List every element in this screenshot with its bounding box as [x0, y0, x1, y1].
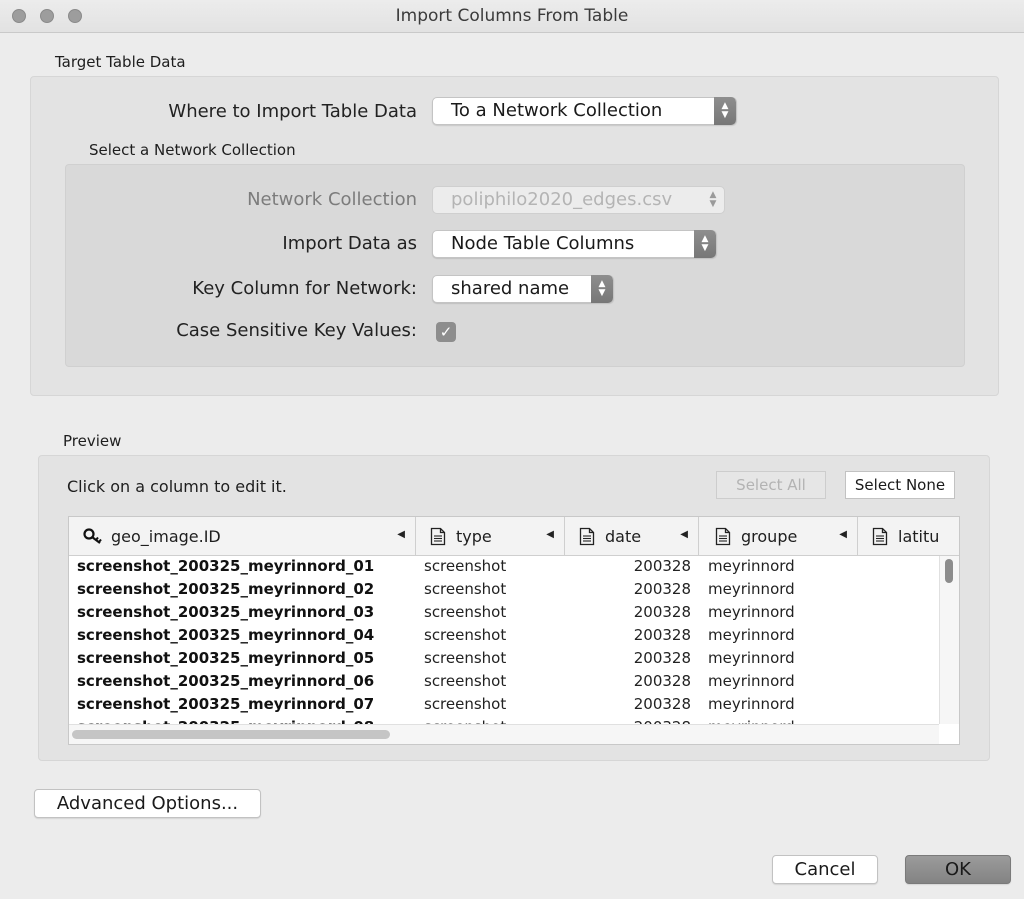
cell-groupe: meyrinnord: [708, 603, 795, 621]
up-down-chevron-icon: ▲ ▼: [694, 230, 716, 258]
left-triangle-icon: ◀: [397, 529, 405, 540]
cell-id: screenshot_200325_meyrinnord_03: [77, 603, 375, 621]
document-icon: [872, 527, 888, 546]
where-select-value: To a Network Collection: [451, 100, 663, 121]
table-row[interactable]: screenshot_200325_meyrinnord_02 screensh…: [69, 579, 939, 602]
vertical-scroll-thumb[interactable]: [945, 559, 953, 583]
horizontal-scrollbar[interactable]: [69, 724, 939, 744]
cell-id: screenshot_200325_meyrinnord_05: [77, 649, 375, 667]
key-column-select-value: shared name: [451, 278, 570, 299]
cell-groupe: meyrinnord: [708, 695, 795, 713]
where-select[interactable]: To a Network Collection ▲ ▼: [432, 97, 737, 125]
collection-label: Network Collection: [247, 189, 417, 210]
column-header-geo-image-id[interactable]: geo_image.ID ◀: [69, 517, 416, 555]
document-icon: [579, 527, 595, 546]
case-sensitive-label: Case Sensitive Key Values:: [176, 320, 417, 341]
cell-groupe: meyrinnord: [708, 626, 795, 644]
ok-button[interactable]: OK: [905, 855, 1011, 884]
table-row[interactable]: screenshot_200325_meyrinnord_07 screensh…: [69, 694, 939, 717]
column-header-type[interactable]: type ◀: [416, 517, 565, 555]
import-as-select[interactable]: Node Table Columns ▲ ▼: [432, 230, 717, 258]
document-icon: [430, 527, 446, 546]
table-row[interactable]: screenshot_200325_meyrinnord_04 screensh…: [69, 625, 939, 648]
checkmark-icon: ✓: [439, 323, 453, 341]
horizontal-scroll-thumb[interactable]: [72, 730, 390, 739]
table-row[interactable]: screenshot_200325_meyrinnord_05 screensh…: [69, 648, 939, 671]
key-column-select[interactable]: shared name ▲ ▼: [432, 275, 614, 303]
column-label: type: [456, 527, 492, 546]
cell-id: screenshot_200325_meyrinnord_04: [77, 626, 375, 644]
cell-type: screenshot: [424, 672, 507, 690]
cell-date: 200328: [633, 626, 691, 644]
preview-table: geo_image.ID ◀ type ◀ date ◀ groupe ◀ la…: [68, 516, 960, 745]
title-bar: Import Columns From Table: [0, 0, 1024, 33]
advanced-options-button[interactable]: Advanced Options...: [34, 789, 261, 818]
column-header-date[interactable]: date ◀: [565, 517, 699, 555]
cell-date: 200328: [633, 672, 691, 690]
up-down-chevron-icon: ▲ ▼: [714, 97, 736, 125]
select-none-button[interactable]: Select None: [845, 471, 955, 499]
key-column-label: Key Column for Network:: [192, 278, 417, 299]
cell-type: screenshot: [424, 695, 507, 713]
left-triangle-icon: ◀: [839, 529, 847, 540]
collection-select-value: poliphilo2020_edges.csv: [451, 189, 673, 210]
table-row[interactable]: screenshot_200325_meyrinnord_06 screensh…: [69, 671, 939, 694]
cell-date: 200328: [633, 603, 691, 621]
cell-groupe: meyrinnord: [708, 649, 795, 667]
cell-groupe: meyrinnord: [708, 580, 795, 598]
cell-id: screenshot_200325_meyrinnord_01: [77, 557, 375, 575]
collection-section-title: Select a Network Collection: [89, 141, 296, 159]
cell-date: 200328: [633, 557, 691, 575]
cell-id: screenshot_200325_meyrinnord_07: [77, 695, 375, 713]
cell-date: 200328: [633, 695, 691, 713]
table-row[interactable]: screenshot_200325_meyrinnord_08 screensh…: [69, 717, 939, 724]
import-as-label: Import Data as: [282, 233, 417, 254]
column-label: date: [605, 527, 642, 546]
cell-groupe: meyrinnord: [708, 557, 795, 575]
up-down-chevron-icon: ▲ ▼: [709, 190, 717, 209]
cell-type: screenshot: [424, 626, 507, 644]
left-triangle-icon: ◀: [546, 529, 554, 540]
up-down-chevron-icon: ▲ ▼: [591, 275, 613, 303]
cell-id: screenshot_200325_meyrinnord_06: [77, 672, 375, 690]
window-title: Import Columns From Table: [395, 6, 629, 26]
cell-type: screenshot: [424, 580, 507, 598]
vertical-scrollbar[interactable]: [939, 556, 959, 724]
table-row[interactable]: screenshot_200325_meyrinnord_01 screensh…: [69, 556, 939, 579]
table-body: screenshot_200325_meyrinnord_01 screensh…: [69, 556, 939, 724]
column-label: latitu: [898, 527, 940, 546]
cell-type: screenshot: [424, 649, 507, 667]
preview-section-title: Preview: [63, 432, 122, 450]
left-triangle-icon: ◀: [680, 529, 688, 540]
preview-hint: Click on a column to edit it.: [67, 477, 287, 496]
collection-select: poliphilo2020_edges.csv ▲ ▼: [432, 186, 725, 214]
cancel-button[interactable]: Cancel: [772, 855, 878, 884]
table-header: geo_image.ID ◀ type ◀ date ◀ groupe ◀ la…: [69, 517, 959, 556]
document-icon: [715, 527, 731, 546]
table-row[interactable]: screenshot_200325_meyrinnord_03 screensh…: [69, 602, 939, 625]
column-label: groupe: [741, 527, 798, 546]
column-label: geo_image.ID: [111, 527, 221, 546]
column-header-latitude[interactable]: latitu: [858, 517, 959, 555]
cell-type: screenshot: [424, 603, 507, 621]
cell-date: 200328: [633, 649, 691, 667]
column-header-groupe[interactable]: groupe ◀: [699, 517, 858, 555]
select-all-button[interactable]: Select All: [716, 471, 826, 499]
cell-id: screenshot_200325_meyrinnord_02: [77, 580, 375, 598]
key-icon: [83, 528, 102, 544]
cell-type: screenshot: [424, 557, 507, 575]
case-sensitive-checkbox[interactable]: ✓: [436, 322, 456, 342]
import-as-select-value: Node Table Columns: [451, 233, 635, 254]
cell-groupe: meyrinnord: [708, 672, 795, 690]
target-section-title: Target Table Data: [55, 53, 186, 71]
where-label: Where to Import Table Data: [168, 101, 417, 122]
cell-date: 200328: [633, 580, 691, 598]
